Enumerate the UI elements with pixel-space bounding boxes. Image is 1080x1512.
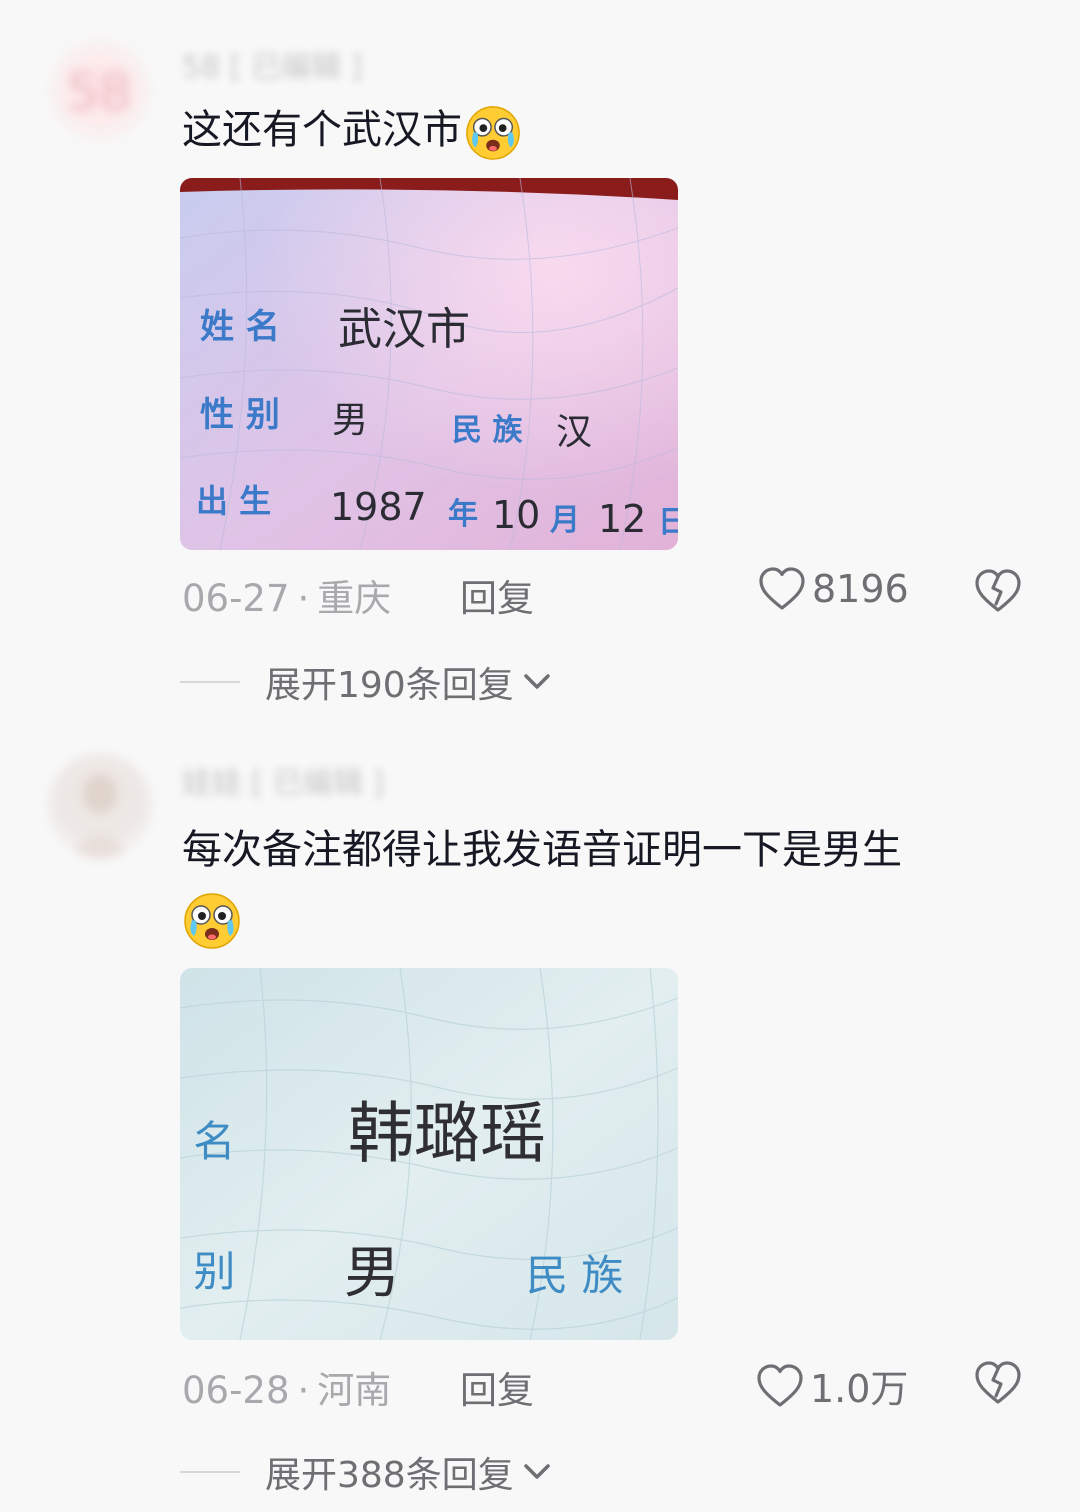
comment-text: 每次备注都得让我发语音证明一下是男生 bbox=[182, 816, 1022, 952]
reply-button[interactable]: 回复 bbox=[460, 568, 534, 622]
comment-item: 58 58 [ 已编辑 ] 这还有个武汉市 姓 名 武汉市 性 别 男 民 族 … bbox=[0, 0, 1080, 720]
avatar[interactable] bbox=[48, 754, 152, 858]
birth-label: 出 生 bbox=[196, 482, 271, 520]
like-button[interactable]: 1.0万 bbox=[756, 1358, 908, 1413]
comment-location: 河南 bbox=[317, 1369, 392, 1412]
name-value: 韩璐瑶 bbox=[348, 1095, 546, 1172]
reply-button[interactable]: 回复 bbox=[460, 1360, 534, 1414]
like-count: 8196 bbox=[812, 567, 909, 611]
avatar-image: 58 bbox=[66, 63, 132, 123]
comment-photo[interactable]: 姓 名 武汉市 性 别 男 民 族 汉 出 生 1987 年 10 月 12 日 bbox=[180, 178, 678, 550]
ethnicity-value: 汉 bbox=[556, 412, 592, 453]
expand-divider bbox=[180, 1471, 240, 1473]
comment-item: 娃娃 [ 已编辑 ] 每次备注都得让我发语音证明一下是男生 名 韩璐瑶 别 男 … bbox=[0, 740, 1080, 1512]
dislike-button[interactable] bbox=[974, 568, 1022, 614]
avatar-image bbox=[68, 774, 132, 858]
name-label: 姓 名 bbox=[200, 307, 280, 347]
dislike-button[interactable] bbox=[974, 1360, 1022, 1406]
comment-text-content: 每次备注都得让我发语音证明一下是男生 bbox=[182, 827, 902, 873]
expand-divider bbox=[180, 681, 240, 683]
gender-value: 男 bbox=[344, 1241, 400, 1306]
broken-heart-icon bbox=[975, 569, 1021, 612]
name-label: 姓 名 bbox=[180, 1117, 235, 1166]
comment-location: 重庆 bbox=[317, 577, 392, 620]
crying-laughing-emoji-icon bbox=[184, 893, 240, 949]
expand-replies-label: 展开388条回复 bbox=[265, 1455, 514, 1496]
avatar[interactable]: 58 bbox=[48, 38, 152, 142]
meta-separator: · bbox=[297, 577, 310, 620]
birth-year: 1987 bbox=[330, 485, 427, 529]
like-count: 1.0万 bbox=[810, 1367, 909, 1411]
chevron-down-icon bbox=[523, 674, 550, 689]
gender-value: 男 bbox=[332, 400, 368, 441]
username[interactable]: 娃娃 [ 已编辑 ] bbox=[182, 758, 384, 802]
ethnicity-label: 民 族 bbox=[452, 413, 523, 448]
crying-laughing-emoji-icon bbox=[466, 106, 520, 160]
heart-icon bbox=[757, 1363, 803, 1407]
heart-icon bbox=[759, 567, 805, 610]
expand-replies-label: 展开190条回复 bbox=[265, 665, 514, 706]
birth-month: 10 bbox=[492, 493, 540, 537]
comment-text-content: 这还有个武汉市 bbox=[182, 107, 462, 153]
comment-meta: 06-28 · 河南 bbox=[182, 1360, 391, 1414]
birth-day: 12 bbox=[598, 497, 646, 541]
chevron-down-icon bbox=[523, 1464, 550, 1479]
comment-text: 这还有个武汉市 bbox=[182, 96, 1022, 164]
gender-label: 性 别 bbox=[180, 1247, 235, 1296]
like-button[interactable]: 8196 bbox=[758, 566, 909, 612]
svg-text:58: 58 bbox=[66, 63, 132, 123]
ethnicity-label: 民 族 bbox=[526, 1251, 623, 1300]
comment-date: 06-28 bbox=[182, 1369, 290, 1412]
month-char: 月 bbox=[550, 503, 580, 538]
id-card-photo: 姓 名 韩璐瑶 性 别 男 民 族 bbox=[180, 968, 678, 1340]
broken-heart-icon bbox=[975, 1361, 1021, 1404]
year-char: 年 bbox=[448, 497, 478, 532]
id-card-photo: 姓 名 武汉市 性 别 男 民 族 汉 出 生 1987 年 10 月 12 日 bbox=[180, 178, 678, 550]
comment-meta: 06-27 · 重庆 bbox=[182, 568, 391, 622]
name-value: 武汉市 bbox=[338, 304, 470, 355]
username[interactable]: 58 [ 已编辑 ] bbox=[182, 42, 362, 86]
comment-date: 06-27 bbox=[182, 577, 290, 620]
comment-photo[interactable]: 姓 名 韩璐瑶 性 别 男 民 族 bbox=[180, 968, 678, 1340]
day-char: 日 bbox=[658, 505, 678, 540]
expand-replies-button[interactable]: 展开388条回复 bbox=[180, 1446, 552, 1498]
meta-separator: · bbox=[297, 1369, 310, 1412]
expand-replies-button[interactable]: 展开190条回复 bbox=[180, 656, 552, 708]
gender-label: 性 别 bbox=[200, 395, 280, 435]
